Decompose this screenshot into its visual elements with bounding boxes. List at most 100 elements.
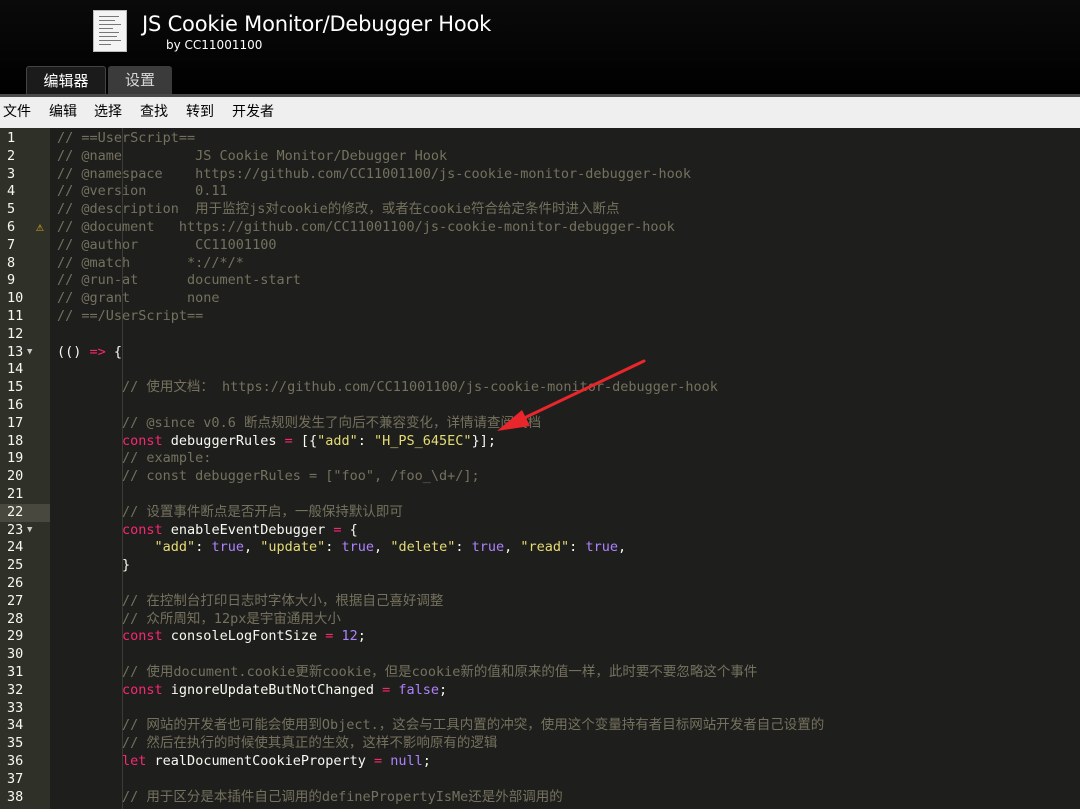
tab-settings[interactable]: 设置 bbox=[108, 66, 172, 94]
code-line: } bbox=[57, 557, 130, 575]
line-number: 37 bbox=[7, 770, 24, 787]
line-number: 5 bbox=[7, 201, 16, 218]
menu-goto[interactable]: 转到 bbox=[186, 97, 214, 128]
line-number-row: 26 bbox=[0, 575, 50, 593]
code-token: // @grant none bbox=[57, 290, 220, 307]
line-number-row: 22 bbox=[0, 503, 50, 522]
menu-developer[interactable]: 开发者 bbox=[232, 97, 274, 128]
code-editor[interactable]: 1 2 3 4 5 6 ⚠ 7 8 9 10 11 12 13 ▼ 14 15 16 17 18 19 20 21 22 23 ▼… bbox=[0, 128, 1080, 809]
line-number: 22 bbox=[7, 503, 24, 520]
code-token: = bbox=[374, 753, 383, 769]
code-line: const enableEventDebugger = { bbox=[57, 522, 358, 540]
code-token: // @name JS Cookie Monitor/Debugger Hook bbox=[57, 147, 448, 164]
code-token: => bbox=[89, 343, 106, 360]
line-number: 6 bbox=[7, 219, 16, 235]
code-token: // @description 用于监控js对cookie的修改，或者在cook… bbox=[57, 201, 620, 218]
line-number-row: 5 bbox=[0, 201, 50, 219]
line-number-row: 30 bbox=[0, 646, 50, 664]
line-number-row: 18 bbox=[0, 433, 50, 451]
code-line: // 网站的开发者也可能会使用到Object.，这会与工具内置的冲突，使用这个变… bbox=[57, 717, 824, 735]
line-number-row: 36 bbox=[0, 753, 50, 771]
menu-bar: 文件 编辑 选择 查找 转到 开发者 bbox=[0, 94, 1080, 128]
fold-toggle-icon[interactable]: ▼ bbox=[27, 344, 32, 362]
code-token: { bbox=[105, 343, 123, 360]
line-number: 20 bbox=[7, 468, 24, 485]
line-number-row: 25 bbox=[0, 557, 50, 575]
code-token: : bbox=[195, 539, 212, 556]
line-number: 34 bbox=[7, 717, 24, 734]
line-number: 30 bbox=[7, 646, 24, 663]
menu-edit[interactable]: 编辑 bbox=[49, 97, 77, 128]
code-token: debuggerRules bbox=[162, 432, 285, 449]
code-token: enableEventDebugger bbox=[162, 521, 334, 538]
line-number-row: 37 bbox=[0, 771, 50, 789]
code-area[interactable]: // ==UserScript==// @name JS Cookie Moni… bbox=[50, 128, 1080, 809]
code-token: true bbox=[585, 539, 618, 556]
code-line: // 使用文档： https://github.com/CC11001100/j… bbox=[57, 379, 718, 397]
code-line: // @author CC11001100 bbox=[57, 237, 276, 255]
line-number: 25 bbox=[7, 557, 24, 574]
line-number-row: 11 bbox=[0, 308, 50, 326]
line-number-row: 13 ▼ bbox=[0, 344, 50, 362]
code-token: : bbox=[325, 539, 342, 556]
code-token: : bbox=[357, 432, 375, 449]
code-line: // @since v0.6 断点规则发生了向后不兼容变化，详情请查阅文档 bbox=[57, 415, 541, 433]
line-number: 15 bbox=[7, 379, 24, 396]
code-token: // 然后在执行的时候使其真正的生效，这样不影响原有的逻辑 bbox=[122, 735, 498, 752]
line-number-row: 9 bbox=[0, 272, 50, 290]
fold-toggle-icon[interactable]: ▼ bbox=[27, 522, 32, 540]
code-token: , bbox=[374, 539, 391, 556]
code-token: const bbox=[122, 432, 163, 449]
line-number: 2 bbox=[7, 147, 16, 164]
line-number-row: 31 bbox=[0, 664, 50, 682]
code-token: "H_PS_645EC" bbox=[374, 432, 472, 449]
line-number: 1 bbox=[7, 130, 16, 146]
line-number-row: 35 bbox=[0, 735, 50, 753]
code-token: realDocumentCookieProperty bbox=[146, 753, 374, 769]
line-number-row: 28 bbox=[0, 611, 50, 629]
line-number: 10 bbox=[7, 290, 24, 307]
code-line: (() => { bbox=[57, 344, 122, 362]
line-number: 19 bbox=[7, 450, 24, 467]
menu-find[interactable]: 查找 bbox=[140, 97, 168, 128]
code-token: [{ bbox=[292, 432, 318, 449]
line-number-row: 38 bbox=[0, 789, 50, 807]
line-number: 9 bbox=[7, 272, 16, 289]
menu-selection[interactable]: 选择 bbox=[94, 97, 122, 128]
code-token: null bbox=[390, 753, 423, 769]
code-line: // 众所周知，12px是宇宙通用大小 bbox=[57, 611, 341, 629]
code-line: // @document https://github.com/CC110011… bbox=[57, 219, 675, 237]
warning-icon[interactable]: ⚠ bbox=[36, 220, 44, 235]
menu-file[interactable]: 文件 bbox=[3, 97, 31, 128]
code-token: 12 bbox=[341, 628, 358, 645]
line-number-row: 20 bbox=[0, 468, 50, 486]
code-token: false bbox=[398, 681, 440, 698]
code-token: const bbox=[122, 681, 163, 698]
line-number-row: 21 bbox=[0, 486, 50, 504]
code-token: // @author CC11001100 bbox=[57, 236, 277, 253]
line-number: 12 bbox=[7, 325, 24, 342]
line-number: 18 bbox=[7, 432, 24, 449]
line-number: 31 bbox=[7, 664, 24, 680]
code-token: true bbox=[211, 539, 244, 556]
tab-editor[interactable]: 编辑器 bbox=[26, 66, 106, 94]
code-line: // const debuggerRules = ["foo", /foo_\d… bbox=[57, 468, 480, 486]
code-line: // example: bbox=[57, 450, 211, 468]
code-token: const bbox=[122, 521, 163, 538]
code-line: // 使用document.cookie更新cookie，但是cookie新的值… bbox=[57, 664, 757, 682]
code-line: const debuggerRules = [{"add": "H_PS_645… bbox=[57, 433, 496, 451]
line-number: 29 bbox=[7, 628, 24, 645]
line-number-gutter: 1 2 3 4 5 6 ⚠ 7 8 9 10 11 12 13 ▼ 14 15 16 17 18 19 20 21 22 23 ▼… bbox=[0, 128, 50, 809]
line-number: 3 bbox=[7, 165, 16, 182]
code-line: const ignoreUpdateButNotChanged = false; bbox=[57, 682, 447, 700]
